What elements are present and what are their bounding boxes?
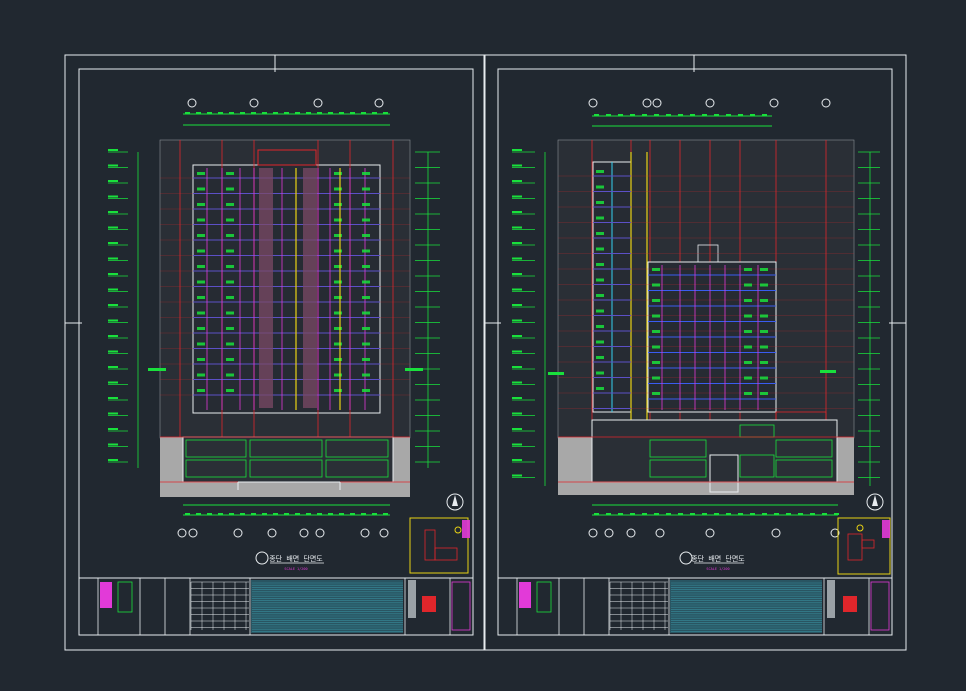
title-block-left xyxy=(78,577,474,636)
grid-bubbles-top-right xyxy=(588,98,831,108)
drawing-title-right: 종단 배면 단면도 xyxy=(691,554,745,563)
drawing-title-bubble-right xyxy=(679,551,693,565)
company-logo-left xyxy=(422,596,436,612)
cad-drawing-canvas: 종단 배면 단면도 SCALE 1/200 종단 배면 단면도 SCALE 1/… xyxy=(64,54,907,651)
company-logo-right xyxy=(843,596,857,612)
grid-bubbles-bottom-left xyxy=(177,528,389,538)
building-section-left xyxy=(192,164,381,414)
drawing-title-left: 종단 배면 단면도 xyxy=(269,554,323,563)
basement-section-right xyxy=(591,419,838,483)
drawing-subtitle-left: SCALE 1/200 xyxy=(284,567,307,571)
grid-bubbles-bottom-right xyxy=(588,528,840,538)
sheet-right: 종단 배면 단면도 SCALE 1/200 xyxy=(483,54,907,651)
core-shaft-left-a xyxy=(259,168,273,408)
title-block-right xyxy=(497,577,893,636)
drawing-subtitle-right: SCALE 1/200 xyxy=(706,567,729,571)
basement-section-left xyxy=(182,436,394,483)
drawing-title-bubble-left xyxy=(255,551,269,565)
core-shaft-left-b xyxy=(303,168,317,408)
grid-bubbles-top-left xyxy=(187,98,384,108)
key-plan-left xyxy=(409,517,469,574)
sheet-left: 종단 배면 단면도 SCALE 1/200 xyxy=(64,54,486,651)
